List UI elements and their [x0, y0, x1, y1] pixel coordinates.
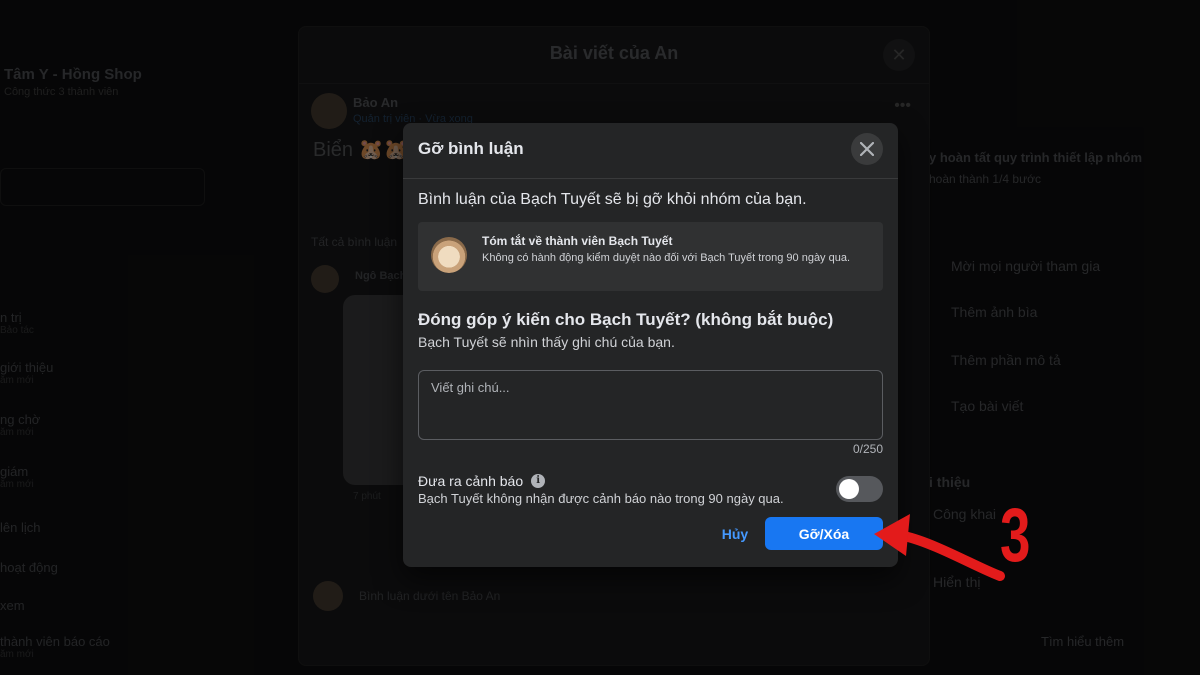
sidebar-item: ng chờ ăm mới — [0, 412, 41, 438]
sidebar-item: thành viên báo cáo ăm mới — [0, 634, 110, 660]
setup-step: Mời mọi người tham gia — [951, 258, 1101, 274]
feedback-subtitle: Bạch Tuyết sẽ nhìn thấy ghi chú của bạn. — [418, 334, 675, 350]
comment-time: 7 phút — [353, 491, 381, 502]
left-sidebar: Tâm Y - Hồng Shop Công thức 3 thành viên… — [0, 0, 215, 675]
warning-label: Đưa ra cảnh báo — [418, 473, 524, 489]
sidebar-item: lên lịch — [0, 520, 41, 535]
char-counter: 0/250 — [852, 442, 883, 456]
close-icon — [860, 142, 874, 156]
sidebar-item: giới thiệu ăm mới — [0, 360, 54, 386]
avatar — [311, 93, 347, 129]
avatar — [431, 237, 467, 273]
avatar — [311, 265, 339, 293]
comment-input-placeholder: Bình luận dưới tên Bảo An — [359, 589, 501, 603]
comments-header: Tất cả bình luận — [311, 235, 398, 249]
sidebar-item: giám ăm mới — [0, 464, 34, 490]
summary-title: Tóm tắt về thành viên Bạch Tuyết — [482, 234, 673, 248]
setup-progress: hoàn thành 1/4 bước — [929, 172, 1041, 186]
about-title: i thiệu — [929, 474, 971, 490]
toggle-knob — [839, 479, 859, 499]
post-panel-title: Bài viết của An — [549, 43, 679, 63]
summary-text: Không có hành động kiểm duyệt nào đối vớ… — [482, 252, 851, 264]
red-arrow-icon — [874, 514, 1005, 581]
step-number: 3 — [1000, 493, 1031, 578]
group-name: Tâm Y - Hồng Shop — [4, 66, 142, 83]
warning-label-row: Đưa ra cảnh báo i — [418, 473, 546, 489]
cancel-button[interactable]: Hủy — [710, 518, 760, 550]
divider — [403, 178, 898, 179]
dialog-title: Gỡ bình luận — [418, 139, 524, 158]
post-author: Bảo An — [353, 95, 399, 110]
close-button[interactable] — [851, 133, 883, 165]
close-icon: ✕ — [883, 39, 915, 71]
info-icon[interactable]: i — [531, 474, 546, 488]
setup-title: y hoàn tất quy trình thiết lập nhóm — [929, 150, 1143, 165]
avatar — [313, 581, 343, 611]
setup-step: Thêm ảnh bìa — [951, 304, 1038, 320]
post-content: Biển 🐹🐹 — [313, 139, 409, 161]
remove-comment-dialog: Gỡ bình luận Bình luận của Bạch Tuyết sẽ… — [403, 123, 898, 567]
divider — [299, 83, 929, 84]
warning-subtitle: Bạch Tuyết không nhận được cảnh báo nào … — [418, 491, 784, 506]
sidebar-item: hoạt động — [0, 560, 58, 575]
setup-step: Tạo bài viết — [951, 398, 1024, 414]
more-icon: ••• — [894, 97, 911, 114]
note-input[interactable] — [418, 370, 883, 440]
sidebar-search-box — [0, 168, 205, 206]
group-subtitle: Công thức 3 thành viên — [4, 86, 119, 98]
feedback-title: Đóng góp ý kiến cho Bạch Tuyết? (không b… — [418, 310, 834, 329]
sidebar-item: n trị Bảo tác — [0, 310, 34, 336]
dialog-description: Bình luận của Bạch Tuyết sẽ bị gỡ khỏi n… — [418, 191, 807, 208]
member-summary-card: Tóm tắt về thành viên Bạch Tuyết Không c… — [418, 222, 883, 291]
learn-more-link: Tìm hiểu thêm — [1041, 634, 1125, 649]
setup-step: Thêm phần mô tả — [951, 352, 1061, 368]
sidebar-item: xem — [0, 598, 25, 613]
